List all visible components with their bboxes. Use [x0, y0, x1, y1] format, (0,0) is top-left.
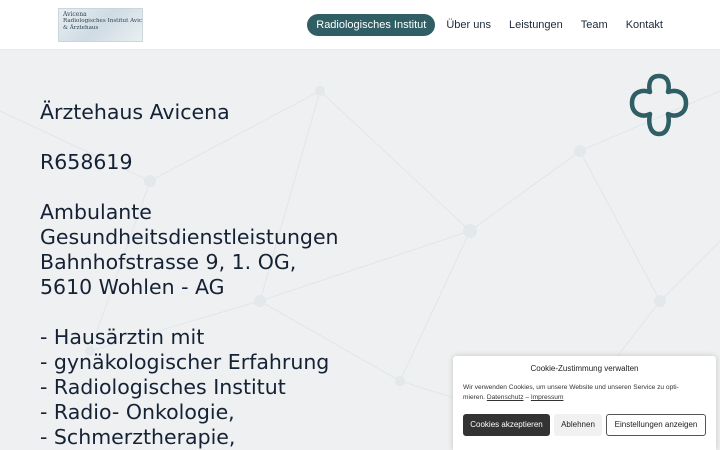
cookie-button-row: Cookies akzeptieren Ablehnen Einstellung…: [463, 414, 706, 436]
cookie-consent-banner: Cookie-Zustimmung verwalten Wir verwende…: [453, 356, 716, 450]
cookie-title: Cookie-Zustimmung verwalten: [530, 364, 639, 373]
site-header: Avicena Radiologisches Institut Avicena …: [0, 0, 720, 50]
address-line: Gesundheitsdienstleistungen: [40, 225, 339, 249]
nav-item-leistungen[interactable]: Leistungen: [500, 14, 572, 36]
link-separator: –: [525, 394, 530, 401]
clover-logo-icon: [629, 73, 689, 137]
service-item: - Hausärztin mit: [40, 325, 205, 349]
address-line: 5610 Wohlen - AG: [40, 275, 225, 299]
nav-item-kontakt[interactable]: Kontakt: [617, 14, 672, 36]
cookie-text-line: mieren.: [463, 394, 485, 401]
nav-item-team[interactable]: Team: [572, 14, 617, 36]
imprint-link[interactable]: Impressum: [531, 394, 564, 401]
privacy-link[interactable]: Datenschutz: [487, 394, 524, 401]
nav-item-radiologisches-institut[interactable]: Radiologisches Institut: [307, 14, 436, 36]
service-item: - Radio- Onkologie,: [40, 400, 235, 424]
address-line: Bahnhofstrasse 9, 1. OG,: [40, 250, 297, 274]
cookie-preferences-button[interactable]: Einstellungen anzeigen: [606, 414, 706, 436]
deny-cookies-button[interactable]: Ablehnen: [554, 414, 602, 436]
main-nav: Radiologisches Institut Über uns Leistun…: [307, 14, 672, 36]
site-logo[interactable]: Avicena Radiologisches Institut Avicena …: [58, 8, 143, 42]
service-item: - Radiologisches Institut: [40, 375, 286, 399]
service-item: - gynäkologischer Erfahrung: [40, 350, 330, 374]
cookie-text-line: Wir verwenden Cookies, um unsere Website…: [463, 384, 679, 391]
accept-cookies-button[interactable]: Cookies akzeptieren: [463, 414, 550, 436]
main-content: Ärztehaus Avicena R658619 Ambulante Gesu…: [40, 100, 440, 450]
registry-code: R658619: [40, 150, 133, 174]
logo-line: Avicena: [63, 11, 87, 18]
service-item: - Schmerztherapie,: [40, 425, 236, 449]
page-title: Ärztehaus Avicena: [40, 100, 230, 124]
logo-line: & Ärztehaus: [63, 25, 99, 31]
address-line: Ambulante: [40, 200, 152, 224]
cookie-description: Wir verwenden Cookies, um unsere Website…: [463, 383, 706, 403]
nav-item-ueber-uns[interactable]: Über uns: [437, 14, 500, 36]
logo-line: Radiologisches Institut Avicena: [63, 18, 142, 24]
